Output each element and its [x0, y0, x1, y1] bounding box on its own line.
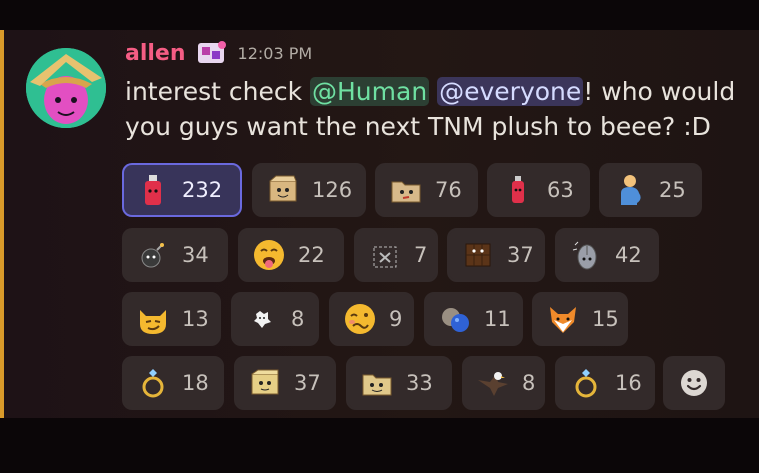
- reaction-count: 232: [182, 178, 223, 202]
- reaction-count: 25: [659, 178, 686, 202]
- reaction-count: 13: [182, 307, 209, 331]
- reaction-count: 42: [615, 243, 642, 267]
- message: allen 12:03 PM interest check @Human @ev…: [0, 30, 759, 418]
- woozy-face-icon: [345, 304, 375, 334]
- reaction[interactable]: 76: [375, 163, 478, 217]
- reaction[interactable]: 18: [122, 356, 224, 410]
- smirking-cat-icon: [140, 310, 166, 334]
- reaction-count: 16: [615, 371, 642, 395]
- reaction-count: 33: [406, 371, 433, 395]
- mention-human[interactable]: @Human: [310, 77, 430, 106]
- reaction-count: 63: [547, 178, 574, 202]
- reaction-count: 8: [522, 371, 536, 395]
- reaction[interactable]: 63: [487, 163, 590, 217]
- message-text: [429, 77, 437, 106]
- reaction[interactable]: 8: [231, 292, 319, 346]
- reaction[interactable]: 25: [599, 163, 702, 217]
- white-blob-icon: [254, 311, 271, 328]
- username[interactable]: allen: [125, 41, 186, 66]
- mention-everyone[interactable]: @everyone: [437, 77, 584, 106]
- reaction[interactable]: 16: [555, 356, 655, 410]
- reaction[interactable]: 9: [329, 292, 414, 346]
- message-header: allen 12:03 PM: [125, 38, 312, 68]
- ring-icon: [575, 369, 597, 398]
- ring-icon: [142, 369, 164, 398]
- reaction[interactable]: 33: [346, 356, 452, 410]
- red-bottle-icon: [145, 175, 161, 205]
- reaction-count: 15: [592, 307, 619, 331]
- reaction-count: 18: [182, 371, 209, 395]
- reaction[interactable]: 37: [234, 356, 336, 410]
- reaction[interactable]: 11: [424, 292, 523, 346]
- reaction-count: 9: [389, 307, 403, 331]
- bomb-character-icon: [141, 243, 164, 268]
- mouse-character-icon: [572, 241, 597, 270]
- reaction[interactable]: 42: [555, 228, 659, 282]
- folder-face-icon: [362, 374, 392, 396]
- box-face-icon: [251, 369, 279, 395]
- drooling-face-icon: [254, 240, 284, 270]
- avatar-image: [26, 48, 106, 128]
- reaction[interactable]: 37: [447, 228, 545, 282]
- fox-face-icon: [550, 307, 576, 333]
- reaction-count: 8: [291, 307, 305, 331]
- add-reaction-button[interactable]: [663, 356, 725, 410]
- role-icon[interactable]: [196, 39, 228, 67]
- reaction-count: 37: [294, 371, 321, 395]
- reaction[interactable]: 232: [122, 163, 242, 217]
- message-text: interest check: [125, 77, 310, 106]
- chocolate-bar-icon: [465, 243, 491, 267]
- reaction-count: 34: [182, 243, 209, 267]
- reaction[interactable]: 7: [354, 228, 438, 282]
- planets-icon: [442, 308, 469, 332]
- message-content: interest check @Human @everyone! who wou…: [125, 74, 755, 144]
- red-bottle-small-icon: [512, 176, 524, 203]
- reaction[interactable]: 13: [122, 292, 221, 346]
- box-character-icon: [269, 175, 297, 202]
- timestamp: 12:03 PM: [237, 43, 313, 63]
- reaction[interactable]: 8: [462, 356, 545, 410]
- folder-character-icon: [391, 181, 421, 203]
- reaction-count: 7: [414, 243, 428, 267]
- pregnant-man-icon: [621, 175, 641, 205]
- smiley-add-icon: [681, 370, 707, 396]
- eagle-icon: [478, 372, 508, 396]
- reaction-count: 126: [312, 178, 353, 202]
- reaction-count: 37: [507, 243, 534, 267]
- reaction-count: 76: [435, 178, 462, 202]
- reaction-count: 11: [484, 307, 511, 331]
- reaction[interactable]: 126: [252, 163, 366, 217]
- reaction[interactable]: 34: [122, 228, 228, 282]
- reaction[interactable]: 22: [238, 228, 344, 282]
- reaction-count: 22: [298, 243, 325, 267]
- avatar[interactable]: [26, 48, 106, 128]
- reaction[interactable]: 15: [532, 292, 628, 346]
- missing-emoji-icon: [373, 246, 397, 268]
